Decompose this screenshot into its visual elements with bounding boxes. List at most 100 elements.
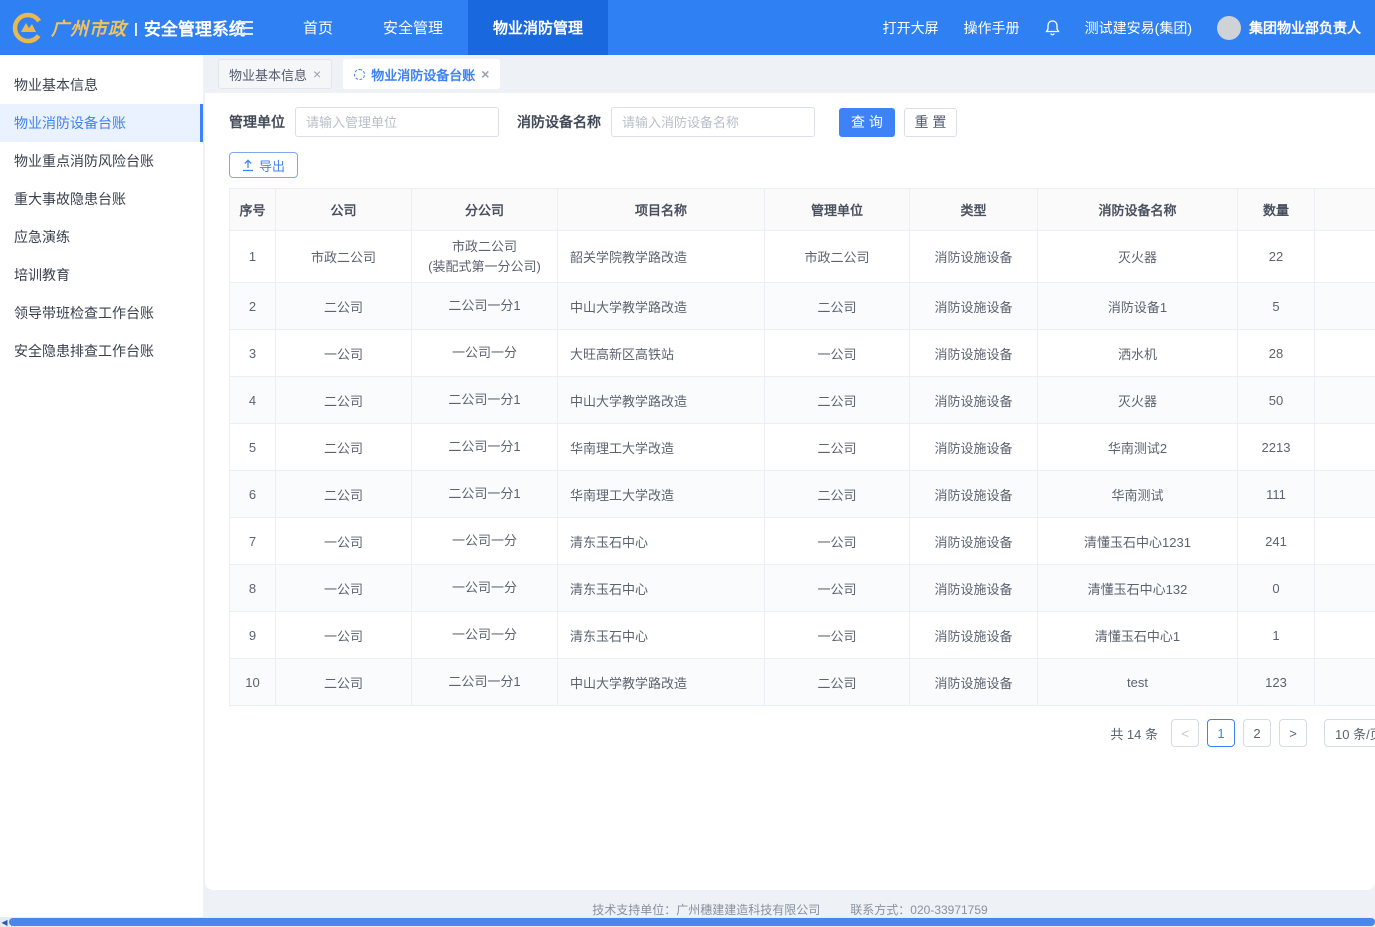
reset-button[interactable]: 重 置 (904, 108, 957, 137)
sidebar-item[interactable]: 物业消防设备台账 (0, 104, 203, 142)
cell-extra (1315, 471, 1375, 518)
cell-project: 华南理工大学改造 (558, 424, 765, 471)
scrollbar-thumb[interactable] (9, 918, 1375, 926)
cell-branch: 二公司一分1 (412, 659, 558, 706)
cell-type: 消防设施设备 (910, 283, 1038, 330)
sidebar: 物业基本信息 物业消防设备台账 物业重点消防风险台账 重大事故隐患台账 应急演练… (0, 55, 203, 927)
table-row: 10 二公司 二公司一分1 中山大学教学路改造 二公司 消防设施设备 test … (230, 659, 1375, 706)
cell-company: 二公司 (276, 471, 412, 518)
cell-index: 1 (230, 231, 276, 283)
prev-page-button[interactable]: < (1171, 719, 1199, 747)
top-nav: 首页 安全管理 物业消防管理 (278, 0, 608, 55)
export-button[interactable]: 导出 (229, 152, 298, 178)
sidebar-item[interactable]: 物业基本信息 (0, 66, 203, 104)
main-area: 物业基本信息 × 物业消防设备台账 × 管理单位 消防设备名称 查 询 重 置 (203, 55, 1375, 927)
page-tab-label: 物业基本信息 (229, 65, 307, 84)
sidebar-item[interactable]: 重大事故隐患台账 (0, 180, 203, 218)
sidebar-item-label: 应急演练 (14, 229, 70, 245)
sidebar-item[interactable]: 培训教育 (0, 256, 203, 294)
page-tab[interactable]: 物业基本信息 × (218, 59, 332, 89)
table-row: 5 二公司 二公司一分1 华南理工大学改造 二公司 消防设施设备 华南测试2 2… (230, 424, 1375, 471)
cell-index: 2 (230, 283, 276, 330)
horizontal-scrollbar: ◀ (0, 917, 1375, 927)
cell-type: 消防设施设备 (910, 330, 1038, 377)
sidebar-item[interactable]: 安全隐患排查工作台账 (0, 332, 203, 370)
sidebar-item-label: 领导带班检查工作台账 (14, 305, 154, 321)
scrollbar-left-arrow-icon[interactable]: ◀ (0, 917, 9, 927)
sidebar-item[interactable]: 物业重点消防风险台账 (0, 142, 203, 180)
top-nav-item[interactable]: 物业消防管理 (468, 0, 608, 55)
table-row: 1 市政二公司 市政二公司 (装配式第一分公司) 韶关学院教学路改造 市政二公司… (230, 231, 1375, 283)
device-filter-input[interactable] (611, 107, 815, 137)
cell-device: test (1038, 659, 1238, 706)
next-page-button[interactable]: > (1279, 719, 1307, 747)
table-row: 3 一公司 一公司一分 大旺高新区高铁站 一公司 消防设施设备 洒水机 28 (230, 330, 1375, 377)
cell-unit: 二公司 (765, 471, 910, 518)
page-number-button[interactable]: 1 (1207, 719, 1235, 747)
cell-project: 清东玉石中心 (558, 565, 765, 612)
sidebar-item-label: 重大事故隐患台账 (14, 191, 126, 207)
device-filter-label: 消防设备名称 (517, 112, 601, 132)
cell-unit: 市政二公司 (765, 231, 910, 283)
cell-company: 一公司 (276, 330, 412, 377)
pagination: 共 14 条 < 12 > 10 条/页 (229, 719, 1375, 747)
page-tab[interactable]: 物业消防设备台账 × (343, 59, 500, 89)
top-nav-item-label: 物业消防管理 (493, 17, 583, 38)
cell-branch: 二公司一分1 (412, 377, 558, 424)
org-switcher[interactable]: 测试建安易(集团) (1085, 18, 1192, 38)
cell-company: 一公司 (276, 518, 412, 565)
cell-type: 消防设施设备 (910, 612, 1038, 659)
notification-bell-icon[interactable] (1045, 19, 1060, 36)
cell-unit: 二公司 (765, 283, 910, 330)
col-header-type: 类型 (910, 189, 1038, 231)
cell-extra (1315, 659, 1375, 706)
sidebar-item[interactable]: 应急演练 (0, 218, 203, 256)
col-header-quantity: 数量 (1238, 189, 1315, 231)
top-nav-item[interactable]: 首页 (278, 0, 358, 55)
tab-close-icon[interactable]: × (481, 67, 489, 81)
cell-type: 消防设施设备 (910, 424, 1038, 471)
upload-icon (242, 159, 254, 172)
export-button-label: 导出 (259, 156, 285, 175)
filter-row: 管理单位 消防设备名称 查 询 重 置 (229, 107, 1375, 137)
app-title: 安全管理系统 (144, 15, 246, 40)
cell-project: 清东玉石中心 (558, 612, 765, 659)
col-header-project: 项目名称 (558, 189, 765, 231)
page-number-button[interactable]: 2 (1243, 719, 1271, 747)
cell-device: 消防设备1 (1038, 283, 1238, 330)
unit-filter-label: 管理单位 (229, 112, 285, 132)
cell-device: 灭火器 (1038, 231, 1238, 283)
open-big-screen-link[interactable]: 打开大屏 (883, 18, 939, 38)
table-row: 2 二公司 二公司一分1 中山大学教学路改造 二公司 消防设施设备 消防设备1 … (230, 283, 1375, 330)
table-row: 8 一公司 一公司一分 清东玉石中心 一公司 消防设施设备 清懂玉石中心132 … (230, 565, 1375, 612)
cell-branch: 市政二公司 (装配式第一分公司) (412, 231, 558, 283)
cell-branch: 一公司一分 (412, 565, 558, 612)
cell-extra (1315, 565, 1375, 612)
cell-quantity: 2213 (1238, 424, 1315, 471)
logo-emblem-icon (12, 12, 44, 44)
cell-extra (1315, 330, 1375, 377)
col-header-branch: 分公司 (412, 189, 558, 231)
page-size-select[interactable]: 10 条/页 (1324, 719, 1375, 747)
page-tab-label: 物业消防设备台账 (371, 65, 475, 84)
cell-company: 二公司 (276, 377, 412, 424)
table-row: 4 二公司 二公司一分1 中山大学教学路改造 二公司 消防设施设备 灭火器 50 (230, 377, 1375, 424)
user-menu[interactable]: 集团物业部负责人 (1217, 16, 1361, 40)
cell-project: 中山大学教学路改造 (558, 377, 765, 424)
page-buttons: 12 (1207, 719, 1271, 747)
manual-link[interactable]: 操作手册 (964, 18, 1020, 38)
sidebar-item[interactable]: 领导带班检查工作台账 (0, 294, 203, 332)
cell-extra (1315, 518, 1375, 565)
menu-fold-icon[interactable] (236, 21, 253, 35)
unit-filter-input[interactable] (295, 107, 499, 137)
top-nav-item[interactable]: 安全管理 (358, 0, 468, 55)
sidebar-item-label: 安全隐患排查工作台账 (14, 343, 154, 359)
avatar (1217, 16, 1241, 40)
tab-close-icon[interactable]: × (313, 67, 321, 81)
search-button[interactable]: 查 询 (839, 108, 895, 137)
cell-branch: 一公司一分 (412, 612, 558, 659)
cell-type: 消防设施设备 (910, 518, 1038, 565)
top-nav-item-label: 首页 (303, 17, 333, 38)
cell-branch: 二公司一分1 (412, 424, 558, 471)
body-shell: 物业基本信息 物业消防设备台账 物业重点消防风险台账 重大事故隐患台账 应急演练… (0, 55, 1375, 927)
